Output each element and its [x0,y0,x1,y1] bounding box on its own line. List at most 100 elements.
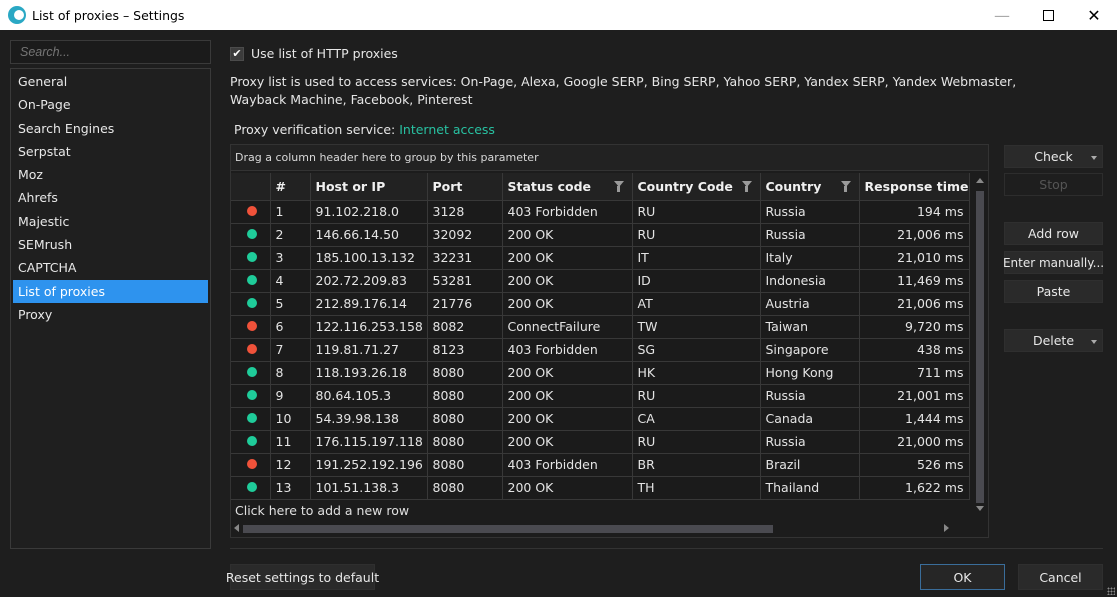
cell-code[interactable]: 200 OK [502,292,633,316]
column-header-country[interactable]: Country [760,173,860,201]
reset-settings-button[interactable]: Reset settings to default [226,564,379,590]
cell-code[interactable]: 200 OK [502,269,633,293]
use-proxies-checkbox[interactable]: ✔ [230,46,244,61]
cell-host[interactable]: 91.102.218.0 [310,200,428,224]
group-by-panel[interactable]: Drag a column header here to group by th… [231,145,988,171]
cell-time[interactable]: 21,006 ms [859,223,970,247]
filter-icon[interactable] [613,181,624,192]
cell-time[interactable]: 1,444 ms [859,407,970,431]
cell-code[interactable]: 200 OK [502,223,633,247]
cell-cc[interactable]: AT [632,292,761,316]
cell-port[interactable]: 8080 [427,384,503,408]
table-row[interactable]: 2 146.66.14.50 32092 200 OK RU Russia 21,006 m… [231,223,970,247]
sidebar-item-moz[interactable]: Moz [13,163,208,186]
sidebar-item-majestic[interactable]: Majestic [13,210,208,233]
cell-status[interactable] [231,223,271,247]
column-header-country-code[interactable]: Country Code [632,173,761,201]
cell-cc[interactable]: CA [632,407,761,431]
cell-time[interactable]: 21,006 ms [859,292,970,316]
add-row-button[interactable]: Add row [1004,222,1103,245]
sidebar-item-captcha[interactable]: CAPTCHA [13,256,208,279]
table-row[interactable]: 1 91.102.218.0 3128 403 Forbidden RU Russia 19… [231,200,970,224]
cell-cc[interactable]: TH [632,476,761,500]
vertical-scroll-thumb[interactable] [976,191,984,503]
cancel-button[interactable]: Cancel [1018,564,1103,590]
minimize-button[interactable]: — [979,0,1025,30]
scroll-down-icon[interactable] [976,506,984,511]
cell-port[interactable]: 8080 [427,453,503,477]
cell-status[interactable] [231,361,271,385]
cell-time[interactable]: 21,001 ms [859,384,970,408]
stop-button[interactable]: Stop [1004,173,1103,196]
cell-host[interactable]: 176.115.197.118 [310,430,428,454]
search-input[interactable] [10,40,211,64]
table-row[interactable]: 7 119.81.71.27 8123 403 Forbidden SG Singapor… [231,338,970,362]
cell-port[interactable]: 32231 [427,246,503,270]
cell-code[interactable]: 200 OK [502,246,633,270]
cell-country[interactable]: Taiwan [760,315,860,339]
cell-cc[interactable]: HK [632,361,761,385]
cell-country[interactable]: Italy [760,246,860,270]
cell-country[interactable]: Indonesia [760,269,860,293]
maximize-button[interactable] [1025,0,1071,30]
cell-port[interactable]: 32092 [427,223,503,247]
cell-status[interactable] [231,292,271,316]
vertical-scrollbar[interactable] [973,173,987,523]
cell-num[interactable]: 10 [270,407,311,431]
cell-code[interactable]: 200 OK [502,384,633,408]
filter-icon[interactable] [741,181,752,192]
cell-country[interactable]: Russia [760,223,860,247]
cell-time[interactable]: 21,010 ms [859,246,970,270]
cell-port[interactable]: 8123 [427,338,503,362]
cell-status[interactable] [231,269,271,293]
cell-num[interactable]: 11 [270,430,311,454]
cell-time[interactable]: 194 ms [859,200,970,224]
cell-cc[interactable]: SG [632,338,761,362]
sidebar-item-search-engines[interactable]: Search Engines [13,117,208,140]
sidebar-item-proxy[interactable]: Proxy [13,303,208,326]
table-row[interactable]: 8 118.193.26.18 8080 200 OK HK Hong Kong 711 m… [231,361,970,385]
cell-time[interactable]: 9,720 ms [859,315,970,339]
cell-code[interactable]: 200 OK [502,361,633,385]
cell-host[interactable]: 80.64.105.3 [310,384,428,408]
cell-host[interactable]: 54.39.98.138 [310,407,428,431]
cell-num[interactable]: 13 [270,476,311,500]
cell-status[interactable] [231,453,271,477]
cell-num[interactable]: 3 [270,246,311,270]
filter-icon[interactable] [840,181,851,192]
cell-country[interactable]: Russia [760,430,860,454]
cell-status[interactable] [231,476,271,500]
horizontal-scroll-thumb[interactable] [243,525,773,533]
close-button[interactable]: ✕ [1071,0,1117,30]
sidebar-item-on-page[interactable]: On-Page [13,93,208,116]
table-row[interactable]: 3 185.100.13.132 32231 200 OK IT Italy 21,010 … [231,246,970,270]
column-header-status[interactable] [231,173,271,201]
cell-status[interactable] [231,430,271,454]
cell-host[interactable]: 212.89.176.14 [310,292,428,316]
sidebar-item-serpstat[interactable]: Serpstat [13,140,208,163]
cell-time[interactable]: 11,469 ms [859,269,970,293]
cell-host[interactable]: 202.72.209.83 [310,269,428,293]
cell-code[interactable]: 200 OK [502,407,633,431]
table-row[interactable]: 4 202.72.209.83 53281 200 OK ID Indonesia 11,4… [231,269,970,293]
cell-cc[interactable]: IT [632,246,761,270]
cell-code[interactable]: ConnectFailure [502,315,633,339]
column-header-port[interactable]: Port [427,173,503,201]
cell-host[interactable]: 101.51.138.3 [310,476,428,500]
cell-cc[interactable]: RU [632,200,761,224]
cell-host[interactable]: 146.66.14.50 [310,223,428,247]
cell-num[interactable]: 7 [270,338,311,362]
cell-status[interactable] [231,200,271,224]
table-row[interactable]: 5 212.89.176.14 21776 200 OK AT Austria 21,006… [231,292,970,316]
cell-country[interactable]: Singapore [760,338,860,362]
cell-time[interactable]: 21,000 ms [859,430,970,454]
cell-num[interactable]: 4 [270,269,311,293]
cell-host[interactable]: 118.193.26.18 [310,361,428,385]
scroll-up-icon[interactable] [976,178,984,183]
sidebar-item-list-of-proxies[interactable]: List of proxies [13,279,208,303]
column-header-response-time[interactable]: Response time [859,173,970,201]
cell-port[interactable]: 8080 [427,361,503,385]
cell-cc[interactable]: RU [632,223,761,247]
column-header-host[interactable]: Host or IP [310,173,428,201]
cell-status[interactable] [231,246,271,270]
